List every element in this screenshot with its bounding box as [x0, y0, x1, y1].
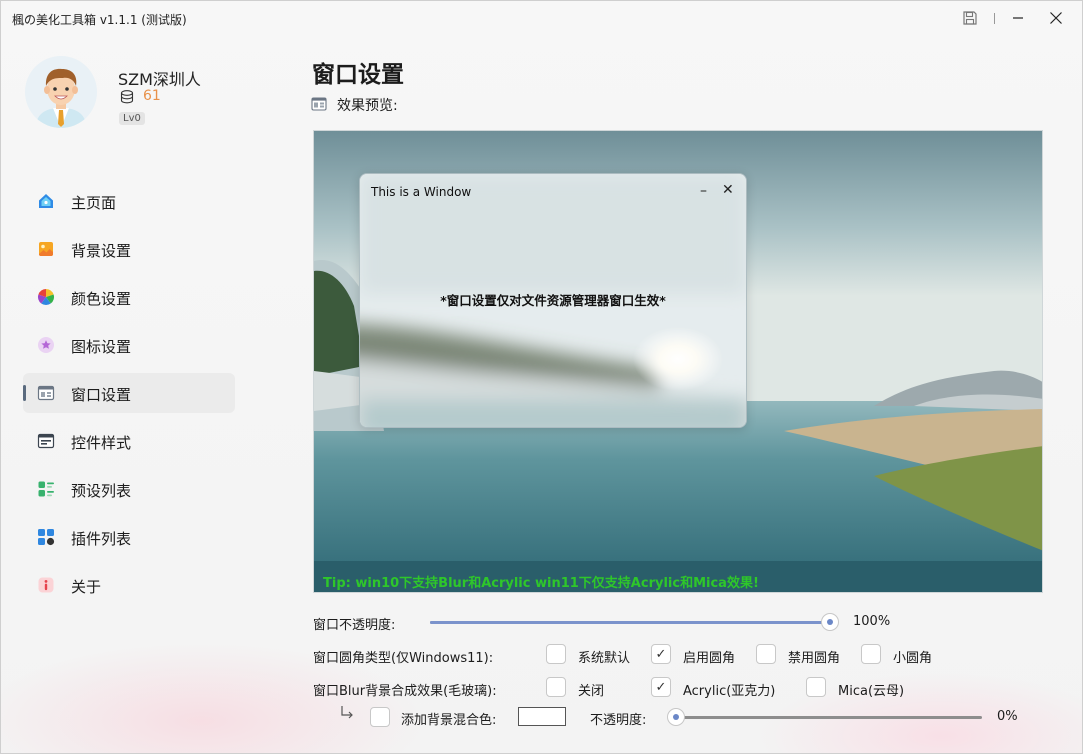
- blur-effect-label: 窗口Blur背景合成效果(毛玻璃):: [313, 684, 497, 699]
- nav-item-plugins[interactable]: 插件列表: [23, 517, 235, 557]
- plugins-icon: [37, 528, 55, 546]
- nav-item-icons[interactable]: 图标设置: [23, 325, 235, 365]
- nav-item-about[interactable]: 关于: [23, 565, 235, 605]
- blur-off-label: 关闭: [578, 684, 605, 699]
- nav-item-window[interactable]: 窗口设置: [23, 373, 235, 413]
- blur-off-checkbox[interactable]: [546, 677, 566, 697]
- corner-round-label: 启用圆角: [683, 651, 736, 666]
- window-icon: [37, 384, 55, 402]
- demo-minimize-icon[interactable]: –: [700, 183, 707, 199]
- opacity-slider-thumb[interactable]: [821, 613, 839, 631]
- nav-label: 控件样式: [71, 434, 132, 452]
- corner-disable-label: 禁用圆角: [788, 651, 841, 666]
- nav-item-presets[interactable]: 预设列表: [23, 469, 235, 509]
- active-indicator: [23, 385, 26, 401]
- demo-close-icon[interactable]: ✕: [722, 182, 734, 198]
- tip-text: Tip: win10下支持Blur和Acrylic win11下仅支持Acryl…: [323, 576, 759, 591]
- app-window: 楓の美化工具箱 v1.1.1 (测试版) SZM深圳人 61 Lv0 主页面 背…: [0, 0, 1083, 754]
- page-title: 窗口设置: [312, 62, 404, 88]
- level-badge: Lv0: [119, 112, 145, 125]
- sub-option-arrow-icon: [338, 704, 356, 726]
- corner-default-label: 系统默认: [578, 651, 631, 666]
- corner-disable-checkbox[interactable]: [756, 644, 776, 664]
- user-name: SZM深圳人: [118, 70, 201, 89]
- close-icon: [1050, 12, 1062, 24]
- nav-label: 窗口设置: [71, 386, 132, 404]
- nav-label: 插件列表: [71, 530, 132, 548]
- save-icon: [963, 11, 977, 25]
- demo-window-note: *窗口设置仅对文件资源管理器窗口生效*: [440, 293, 666, 308]
- preview-label: 效果预览:: [337, 98, 398, 114]
- controls-icon: [37, 432, 55, 450]
- nav-label: 预设列表: [71, 482, 132, 500]
- corner-default-checkbox[interactable]: [546, 644, 566, 664]
- coin-count: 61: [143, 88, 161, 104]
- corner-small-label: 小圆角: [893, 651, 933, 666]
- minimize-button[interactable]: [1001, 5, 1035, 31]
- save-button[interactable]: [953, 5, 987, 31]
- close-button[interactable]: [1039, 5, 1073, 31]
- nav-label: 图标设置: [71, 338, 132, 356]
- blend-opacity-slider-thumb[interactable]: [667, 708, 685, 726]
- list-icon: [37, 480, 55, 498]
- opacity-slider-fill: [430, 621, 830, 624]
- demo-window[interactable]: This is a Window – ✕ *窗口设置仅对文件资源管理器窗口生效*: [359, 173, 747, 428]
- blur-acrylic-label: Acrylic(亚克力): [683, 684, 776, 699]
- title-separator: [994, 13, 995, 24]
- preview-panel: This is a Window – ✕ *窗口设置仅对文件资源管理器窗口生效*…: [313, 130, 1043, 593]
- minimize-icon: [1013, 17, 1023, 19]
- corner-round-checkbox[interactable]: ✓: [651, 644, 671, 664]
- blend-color-checkbox[interactable]: [370, 707, 390, 727]
- corner-small-checkbox[interactable]: [861, 644, 881, 664]
- nav-item-home[interactable]: 主页面: [23, 181, 235, 221]
- nav-item-colors[interactable]: 颜色设置: [23, 277, 235, 317]
- blend-color-label: 添加背景混合色:: [401, 713, 497, 728]
- star-icon: [37, 336, 55, 354]
- nav-item-controls[interactable]: 控件样式: [23, 421, 235, 461]
- coins-icon: [119, 89, 135, 105]
- opacity-value: 100%: [853, 614, 891, 629]
- demo-window-title: This is a Window: [371, 185, 472, 199]
- image-icon: [37, 240, 55, 258]
- blend-opacity-label: 不透明度:: [590, 713, 647, 728]
- title-bar[interactable]: 楓の美化工具箱 v1.1.1 (测试版): [1, 1, 1082, 35]
- info-icon: [37, 576, 55, 594]
- app-title: 楓の美化工具箱 v1.1.1 (测试版): [12, 13, 187, 27]
- color-wheel-icon: [37, 288, 55, 306]
- blend-opacity-slider-track[interactable]: [676, 716, 982, 719]
- nav-label: 背景设置: [71, 242, 132, 260]
- blur-mica-checkbox[interactable]: [806, 677, 826, 697]
- nav-label: 关于: [71, 578, 102, 596]
- blur-mica-label: Mica(云母): [838, 684, 905, 699]
- blur-acrylic-checkbox[interactable]: ✓: [651, 677, 671, 697]
- avatar-illustration: [25, 56, 97, 128]
- home-icon: [37, 192, 55, 210]
- avatar[interactable]: [25, 56, 97, 128]
- blend-color-swatch[interactable]: [518, 707, 566, 726]
- corner-type-label: 窗口圆角类型(仅Windows11):: [313, 651, 494, 666]
- opacity-label: 窗口不透明度:: [313, 618, 396, 633]
- blend-opacity-value: 0%: [997, 709, 1018, 724]
- nav-label: 颜色设置: [71, 290, 132, 308]
- preview-icon: [311, 96, 327, 112]
- nav-label: 主页面: [71, 194, 117, 212]
- nav-item-background[interactable]: 背景设置: [23, 229, 235, 269]
